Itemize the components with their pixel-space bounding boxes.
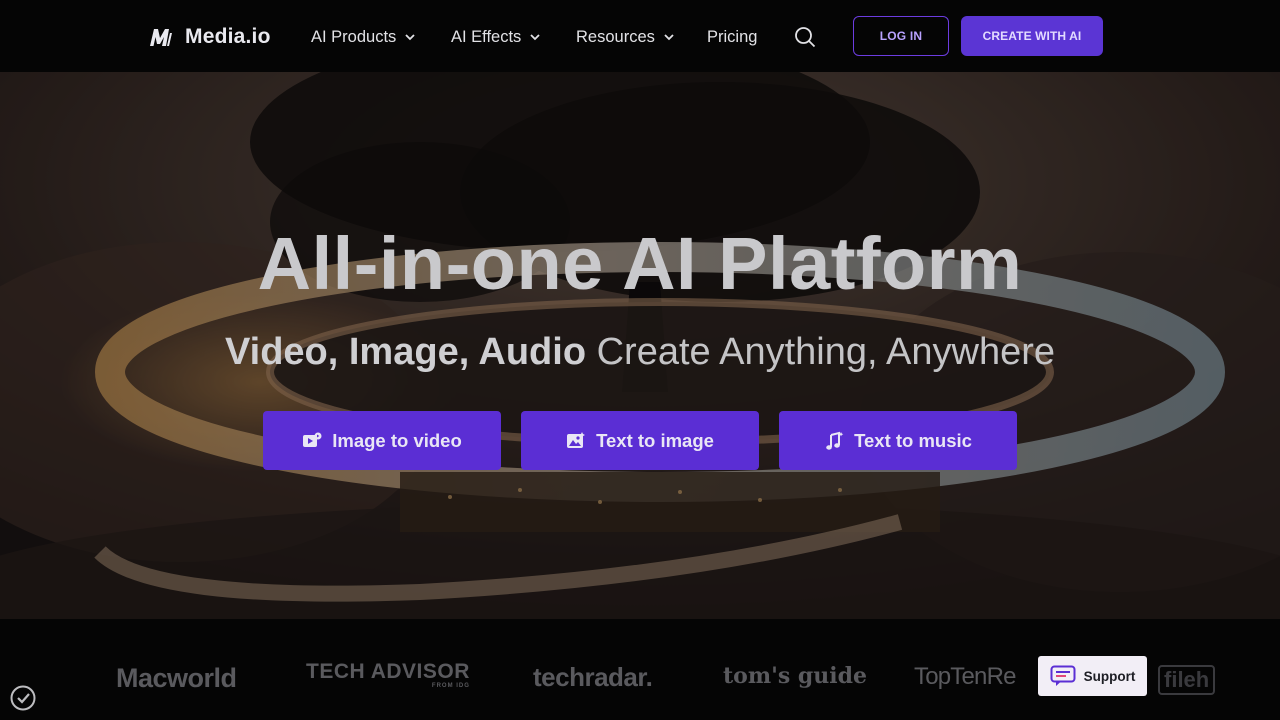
support-button[interactable]: Support [1038, 656, 1147, 696]
cta-label: Text to image [596, 429, 714, 451]
press-logo-text: TECH ADVISOR [306, 660, 470, 683]
press-logo-filehorse: fileh [1158, 665, 1216, 695]
cta-label: Text to music [854, 429, 972, 451]
text-to-music-button[interactable]: Text to music [779, 411, 1017, 470]
security-badge-icon[interactable] [10, 685, 36, 711]
login-button[interactable]: LOG IN [853, 16, 949, 56]
brand-logo[interactable]: Media.io [149, 24, 271, 50]
nav-item-label: AI Effects [451, 27, 522, 46]
image-to-video-icon [303, 432, 322, 447]
press-logo-macworld: Macworld [116, 663, 237, 693]
hero-subtitle-rest: Create Anything, Anywhere [586, 331, 1055, 373]
support-label: Support [1083, 668, 1136, 684]
hero-title: All-in-one AI Platform [257, 222, 1023, 305]
text-to-image-button[interactable]: Text to image [521, 411, 759, 470]
press-logo-tech-advisor: TECH ADVISOR FROM IDG [306, 660, 470, 690]
nav-item-label: Resources [576, 27, 655, 46]
create-with-ai-button[interactable]: CREATE WITH AI [961, 16, 1103, 56]
image-to-video-button[interactable]: Image to video [263, 411, 501, 470]
cta-label: Image to video [332, 429, 462, 451]
brand-name: Media.io [185, 25, 271, 48]
press-logo-techradar: techradar. [533, 662, 653, 692]
press-logo-subtext: FROM IDG [431, 683, 470, 689]
chevron-down-icon [405, 34, 415, 41]
media-io-logo-icon [150, 29, 172, 46]
nav-pricing[interactable]: Pricing [707, 26, 757, 48]
press-logo-text: TopTenRe [914, 663, 1016, 690]
hero-subtitle: Video, Image, Audio Create Anything, Any… [0, 330, 1280, 374]
search-icon[interactable] [794, 26, 816, 48]
nav-item-label: AI Products [311, 27, 397, 46]
nav-resources[interactable]: Resources [576, 26, 675, 48]
nav-ai-products[interactable]: AI Products [311, 26, 416, 48]
press-logos-strip: Macworld TECH ADVISOR FROM IDG techradar… [0, 619, 1280, 720]
nav-ai-effects[interactable]: AI Effects [451, 26, 541, 48]
chevron-down-icon [664, 34, 674, 41]
chat-support-icon [1050, 665, 1076, 686]
music-note-icon [826, 431, 844, 450]
chevron-down-icon [530, 34, 540, 41]
press-logo-toms-guide: tom's guide [723, 663, 868, 689]
top-navigation: Media.io AI Products AI Effects Resource… [0, 0, 1280, 72]
nav-item-label: Pricing [707, 27, 758, 46]
hero-section: All-in-one AI Platform Video, Image, Aud… [0, 72, 1280, 619]
press-logo-topten: TopTenRe [914, 663, 1016, 691]
image-icon [567, 431, 586, 448]
hero-subtitle-bold: Video, Image, Audio [224, 331, 587, 373]
